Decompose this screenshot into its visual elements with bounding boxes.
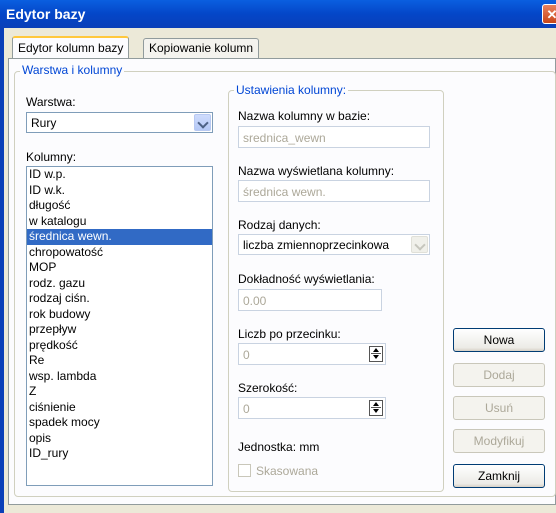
width-value: 0 <box>243 402 250 416</box>
list-item[interactable]: rodz. gazu <box>27 276 212 292</box>
tab-copy-columns[interactable]: Kopiowanie kolumn <box>143 38 260 58</box>
layer-columns-legend: Warstwa i kolumny <box>20 63 125 77</box>
deleted-label: Skasowana <box>256 464 319 478</box>
width-spinner[interactable] <box>369 400 383 416</box>
list-item[interactable]: rodzaj ciśn. <box>27 291 212 307</box>
display-name-value: średnica wewn. <box>243 185 326 199</box>
new-button[interactable]: Nowa <box>453 328 545 352</box>
list-item[interactable]: ID w.p. <box>27 167 212 183</box>
layer-select[interactable]: Rury <box>26 112 213 133</box>
remove-button[interactable]: Usuń <box>453 396 545 420</box>
decimals-value: 0 <box>243 348 250 362</box>
list-item[interactable]: MOP <box>27 260 212 276</box>
tab-column-editor[interactable]: Edytor kolumn bazy <box>12 36 130 59</box>
unit-text: Jednostka: mm <box>238 440 320 454</box>
decimals-spinner[interactable] <box>369 346 383 362</box>
precision-field[interactable]: 0.00 <box>238 289 382 311</box>
window-frame <box>0 28 4 513</box>
list-item[interactable]: wsp. lambda <box>27 369 212 385</box>
list-item[interactable]: opis <box>27 431 212 447</box>
arrow-down-icon <box>373 409 379 413</box>
arrow-up-icon <box>373 402 379 406</box>
layer-label: Warstwa: <box>26 95 76 109</box>
title-bar[interactable]: Edytor bazy <box>0 0 556 28</box>
display-name-field[interactable]: średnica wewn. <box>238 180 430 202</box>
layer-dropdown-button[interactable] <box>194 114 211 131</box>
list-item[interactable]: średnica wewn. <box>27 229 212 245</box>
spinner-divider <box>371 407 381 408</box>
list-item[interactable]: Z <box>27 384 212 400</box>
list-item[interactable]: w katalogu <box>27 214 212 230</box>
chevron-down-icon <box>414 239 426 251</box>
spinner-divider <box>371 353 381 354</box>
close-icon: ✕ <box>546 7 556 22</box>
window-title: Edytor bazy <box>6 6 86 22</box>
data-type-value: liczba zmiennoprzecinkowa <box>243 238 390 252</box>
list-item[interactable]: długość <box>27 198 212 214</box>
width-label: Szerokość: <box>238 381 298 395</box>
db-name-value: srednica_wewn <box>243 131 326 145</box>
columns-list[interactable]: ID w.p. ID w.k. długość w katalogu średnica … <box>26 166 213 486</box>
add-button[interactable]: Dodaj <box>453 363 545 387</box>
list-item[interactable]: spadek mocy <box>27 415 212 431</box>
width-field[interactable]: 0 <box>238 397 386 419</box>
data-type-select[interactable]: liczba zmiennoprzecinkowa <box>238 234 430 255</box>
column-settings-legend: Ustawienia kolumny: <box>234 83 349 97</box>
list-item[interactable]: Re <box>27 353 212 369</box>
decimals-label: Liczb po przecinku: <box>238 327 341 341</box>
tab-label: Kopiowanie kolumn <box>149 41 254 55</box>
chevron-down-icon <box>197 117 209 129</box>
layer-select-value: Rury <box>31 116 57 130</box>
precision-value: 0.00 <box>243 294 267 308</box>
data-type-dropdown-button[interactable] <box>411 236 428 253</box>
list-item[interactable]: ciśnienie <box>27 400 212 416</box>
deleted-checkbox[interactable] <box>238 464 251 477</box>
arrow-up-icon <box>373 348 379 352</box>
list-item[interactable]: chropowatość <box>27 245 212 261</box>
display-name-label: Nazwa wyświetlana kolumny: <box>238 164 395 178</box>
precision-label: Dokładność wyświetlania: <box>238 272 375 286</box>
data-type-label: Rodzaj danych: <box>238 218 321 232</box>
modify-button[interactable]: Modyfikuj <box>453 429 545 453</box>
list-item[interactable]: przepływ <box>27 322 212 338</box>
list-item[interactable]: rok budowy <box>27 307 212 323</box>
columns-label: Kolumny: <box>26 150 77 164</box>
tab-label: Edytor kolumn bazy <box>18 41 124 55</box>
list-item[interactable]: ID_rury <box>27 446 212 462</box>
close-window-button[interactable]: ✕ <box>542 4 556 24</box>
list-item[interactable]: prędkość <box>27 338 212 354</box>
db-name-field[interactable]: srednica_wewn <box>238 126 430 148</box>
db-name-label: Nazwa kolumny w bazie: <box>238 109 371 123</box>
arrow-down-icon <box>373 355 379 359</box>
decimals-field[interactable]: 0 <box>238 343 386 365</box>
list-item[interactable]: ID w.k. <box>27 183 212 199</box>
close-button[interactable]: Zamknij <box>453 464 545 488</box>
